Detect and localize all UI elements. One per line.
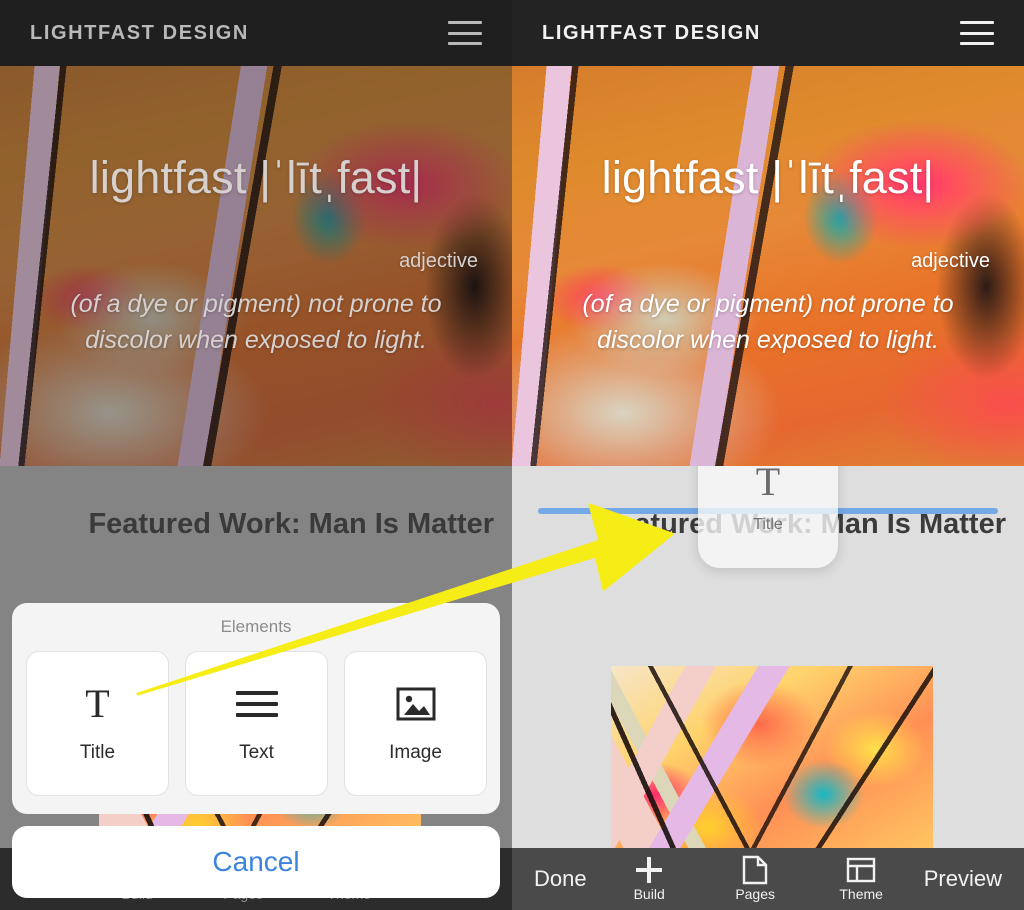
page-content-right: Featured Work: Man Is Matter T Title: [512, 466, 1024, 910]
toolbar-label: Theme: [839, 886, 883, 902]
done-button[interactable]: Done: [512, 866, 609, 892]
hero-definition: (of a dye or pigment) not prone to disco…: [70, 290, 442, 354]
hero-headword: lightfast |ˈlītˌfast|: [601, 152, 935, 203]
burger-line: [960, 21, 994, 24]
element-picker-sheet: Elements T Title Text Image Cancel: [0, 603, 512, 910]
cancel-label: Cancel: [212, 846, 300, 877]
hero-part-of-speech: adjective: [399, 250, 478, 272]
element-card-text[interactable]: Text: [185, 651, 328, 796]
serif-t-icon: T: [755, 466, 781, 504]
hero-section-left: lightfast |ˈlītˌfast| adjective (of a dy…: [0, 66, 512, 466]
panel-before-drop: LIGHTFAST DESIGN lightfast |ˈlītˌfast| a…: [0, 0, 512, 910]
preview-button[interactable]: Preview: [902, 866, 1024, 892]
element-card-label: Text: [239, 741, 274, 763]
burger-line: [960, 31, 994, 35]
bottom-toolbar-right: Done Build Pages Theme Preview: [512, 848, 1024, 910]
hero-part-of-speech: adjective: [911, 250, 990, 272]
hero-section-right: lightfast |ˈlītˌfast| adjective (of a dy…: [512, 66, 1024, 466]
serif-t-icon: T: [85, 680, 110, 726]
hamburger-menu-icon[interactable]: [960, 21, 994, 45]
document-icon: [742, 855, 768, 885]
hamburger-menu-icon[interactable]: [448, 21, 482, 45]
plus-icon: [635, 856, 663, 884]
burger-line: [448, 31, 482, 35]
image-painting: [610, 666, 933, 873]
element-card-image[interactable]: Image: [344, 651, 487, 796]
toolbar-label: Pages: [735, 886, 776, 902]
dual-panel-screenshot: LIGHTFAST DESIGN lightfast |ˈlītˌfast| a…: [0, 0, 1024, 910]
text-lines-icon: [235, 684, 278, 724]
hero-definition: (of a dye or pigment) not prone to disco…: [582, 290, 954, 354]
element-picker-header: Elements: [220, 617, 292, 636]
dragged-element-label: Title: [753, 516, 783, 533]
app-bar-left: LIGHTFAST DESIGN: [0, 0, 512, 66]
element-card-label: Title: [79, 741, 116, 763]
panel-during-drop: LIGHTFAST DESIGN lightfast |ˈlītˌfast| a…: [512, 0, 1024, 910]
burger-line: [960, 42, 994, 45]
brand-title: LIGHTFAST DESIGN: [30, 21, 249, 44]
toolbar-item-theme[interactable]: Theme: [825, 856, 897, 902]
brand-title: LIGHTFAST DESIGN: [542, 21, 761, 44]
app-bar-right: LIGHTFAST DESIGN: [512, 0, 1024, 66]
element-card-label: Image: [389, 741, 442, 763]
picture-icon: [396, 684, 436, 724]
cancel-button[interactable]: Cancel: [12, 826, 500, 898]
element-picker: Elements T Title Text Image: [12, 603, 500, 814]
hero-headword: lightfast |ˈlītˌfast|: [89, 152, 423, 203]
toolbar-item-pages[interactable]: Pages: [719, 855, 791, 902]
section-title[interactable]: Featured Work: Man Is Matter: [0, 466, 512, 543]
toolbar-item-build[interactable]: Build: [613, 856, 685, 902]
burger-line: [448, 21, 482, 24]
layout-icon: [846, 856, 876, 884]
burger-line: [448, 42, 482, 45]
featured-work-image[interactable]: [537, 627, 997, 873]
element-card-list: T Title Text Image: [12, 651, 500, 796]
toolbar-label: Build: [633, 886, 665, 902]
element-card-title[interactable]: T Title: [26, 651, 169, 796]
dragged-title-element[interactable]: T Title: [698, 466, 838, 568]
